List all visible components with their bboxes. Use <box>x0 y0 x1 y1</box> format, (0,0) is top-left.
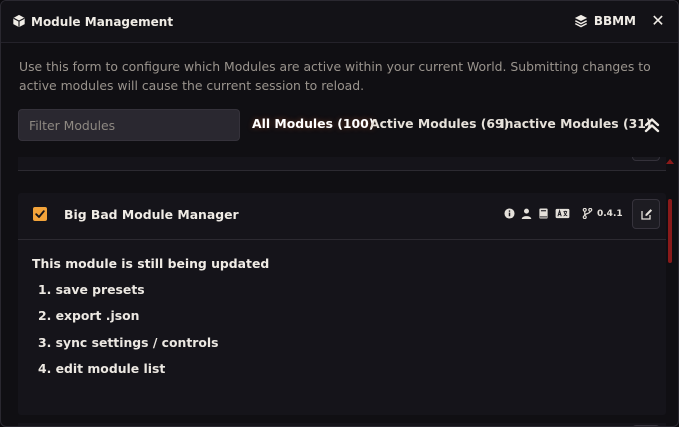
list-item: 3. sync settings / controls <box>38 335 219 350</box>
close-icon[interactable]: ✕ <box>651 13 665 29</box>
book-icon[interactable] <box>538 208 549 219</box>
module-list[interactable]: Big Bad Module Manager 0.4.1 This module… <box>1 157 669 426</box>
info-icon[interactable] <box>504 208 515 219</box>
module-enabled-checkbox[interactable] <box>33 207 47 221</box>
scroll-up-arrow-icon[interactable] <box>666 159 674 164</box>
list-item: 4. edit module list <box>38 361 166 376</box>
check-icon <box>35 210 45 218</box>
module-management-window: Module Management BBMM ✕ Use this form t… <box>0 0 679 427</box>
layers-icon <box>574 14 587 28</box>
scrollbar-track[interactable] <box>667 157 673 426</box>
bbmm-button[interactable]: BBMM <box>574 14 636 28</box>
scrollbar-thumb[interactable] <box>668 199 672 263</box>
module-card: Big Bad Module Manager 0.4.1 This module… <box>18 193 666 415</box>
module-meta: 0.4.1 <box>504 208 623 219</box>
module-name: Big Bad Module Manager <box>64 207 239 222</box>
tab-active-modules[interactable]: Active Modules (69) <box>370 116 509 131</box>
edit-icon <box>641 209 653 220</box>
branch-icon <box>582 208 593 219</box>
previous-card-edit-button[interactable] <box>632 157 660 161</box>
previous-module-card <box>18 157 666 171</box>
bbmm-label: BBMM <box>593 14 636 28</box>
description-heading: This module is still being updated <box>32 256 270 271</box>
description-text: Use this form to configure which Modules… <box>19 59 651 93</box>
cube-icon <box>13 14 25 28</box>
next-module-card <box>18 423 666 426</box>
language-icon[interactable] <box>555 208 570 219</box>
module-card-header: Big Bad Module Manager 0.4.1 <box>18 193 666 240</box>
tab-all-modules[interactable]: All Modules (100) <box>252 116 374 131</box>
tab-inactive-modules[interactable]: Inactive Modules (31) <box>500 116 652 131</box>
filter-modules-input[interactable] <box>18 109 240 141</box>
module-version: 0.4.1 <box>597 208 623 219</box>
window-title: Module Management <box>31 15 174 29</box>
list-item: 1. save presets <box>38 282 145 297</box>
edit-module-button[interactable] <box>632 199 660 229</box>
collapse-chevron-icon[interactable] <box>642 115 662 135</box>
module-description: This module is still being updated 1. sa… <box>32 256 652 376</box>
list-item: 2. export .json <box>38 308 140 323</box>
author-icon[interactable] <box>521 208 532 219</box>
titlebar[interactable]: Module Management BBMM ✕ <box>1 1 678 43</box>
